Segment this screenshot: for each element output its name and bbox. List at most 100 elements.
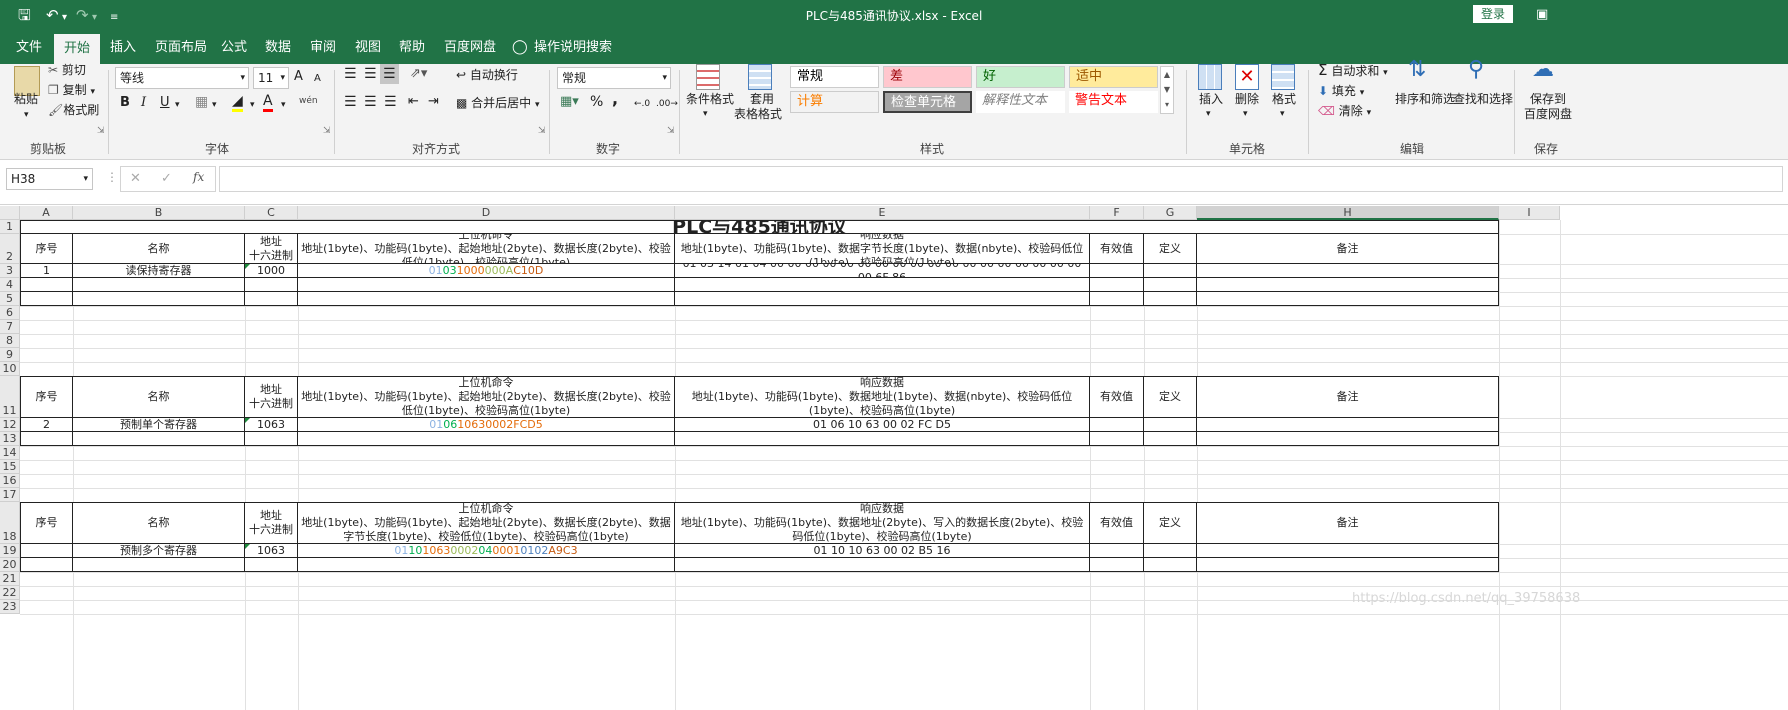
login-button[interactable]: 登录 <box>1473 5 1513 23</box>
number-format-box[interactable]: 常规 ▾ <box>557 67 671 89</box>
font-size-box[interactable]: 11 ▾ <box>253 67 289 89</box>
header-note[interactable]: 备注 <box>1197 502 1499 544</box>
align-middle-icon[interactable]: ☰ <box>364 66 377 82</box>
cell-response[interactable]: 01 03 14 01 04 00 00 00 00 00 00 00 00 0… <box>675 264 1090 278</box>
sheet-title[interactable]: PLC与485通讯协议 <box>20 220 1499 234</box>
align-bottom-icon[interactable]: ☰ <box>380 64 399 84</box>
row-header-5[interactable]: 5 <box>0 292 20 306</box>
header-response[interactable]: 响应数据 地址(1byte)、功能码(1byte)、数据字节长度(1byte)、数… <box>675 234 1090 264</box>
cell-empty[interactable] <box>298 432 675 446</box>
align-top-icon[interactable]: ☰ <box>344 66 357 82</box>
conditional-format-button[interactable]: 条件格式 <box>686 91 734 107</box>
cell-note[interactable] <box>1197 544 1499 558</box>
grow-font-button[interactable]: A <box>294 69 303 85</box>
cell-empty[interactable] <box>1197 278 1499 292</box>
increase-decimal-icon[interactable]: ←.0 <box>634 96 650 112</box>
insert-cells-icon[interactable] <box>1198 64 1222 90</box>
dialog-launcher-icon[interactable]: ⇲ <box>323 126 331 136</box>
cell-empty[interactable] <box>298 278 675 292</box>
format-painter-button[interactable]: 格式刷 <box>63 103 99 117</box>
dialog-launcher-icon[interactable]: ⇲ <box>667 126 675 136</box>
align-left-icon[interactable]: ☰ <box>344 94 357 110</box>
align-right-icon[interactable]: ☰ <box>384 94 397 110</box>
row-header-21[interactable]: 21 <box>0 572 20 586</box>
row-header-1[interactable]: 1 <box>0 220 20 234</box>
phonetic-button[interactable]: wén <box>299 93 318 109</box>
cell-empty[interactable] <box>245 292 298 306</box>
column-header-h[interactable]: H <box>1197 206 1499 220</box>
dialog-launcher-icon[interactable]: ⇲ <box>538 126 546 136</box>
tab-data[interactable]: 数据 <box>263 31 293 64</box>
accounting-format-icon[interactable]: ▦▾ <box>560 94 579 110</box>
column-header-f[interactable]: F <box>1090 206 1144 220</box>
tab-page-layout[interactable]: 页面布局 <box>153 31 209 64</box>
cell-empty[interactable] <box>245 278 298 292</box>
row-header-14[interactable]: 14 <box>0 446 20 460</box>
cell-empty[interactable] <box>245 558 298 572</box>
delete-cells-icon[interactable]: ✕ <box>1235 64 1259 90</box>
cell-empty[interactable] <box>675 558 1090 572</box>
style-normal[interactable]: 常规 <box>790 66 879 88</box>
baidu-cloud-icon[interactable]: ☁ <box>1532 59 1554 81</box>
row-header-13[interactable]: 13 <box>0 432 20 446</box>
cell-note[interactable] <box>1197 418 1499 432</box>
formula-input[interactable] <box>219 166 1783 192</box>
header-definition[interactable]: 定义 <box>1144 234 1197 264</box>
sort-filter-icon[interactable]: ⇅ <box>1408 59 1426 81</box>
cell-empty[interactable] <box>298 292 675 306</box>
cell-empty[interactable] <box>1090 558 1144 572</box>
tab-formulas[interactable]: 公式 <box>219 31 249 64</box>
cell-empty[interactable] <box>20 558 73 572</box>
format-as-table-label2[interactable]: 表格格式 <box>734 106 782 122</box>
row-header-22[interactable]: 22 <box>0 586 20 600</box>
font-color-button[interactable]: A <box>263 93 273 112</box>
paste-button[interactable]: 粘贴 <box>14 91 38 107</box>
cell-empty[interactable] <box>1144 292 1197 306</box>
cell-empty[interactable] <box>1197 558 1499 572</box>
cell-empty[interactable] <box>20 292 73 306</box>
header-note[interactable]: 备注 <box>1197 376 1499 418</box>
cell-command[interactable]: 01 10 1063 0002 04 0001 0102 A9C3 <box>298 544 675 558</box>
header-valid[interactable]: 有效值 <box>1090 502 1144 544</box>
header-seq[interactable]: 序号 <box>20 234 73 264</box>
format-as-table-label1[interactable]: 套用 <box>750 91 774 107</box>
column-header-e[interactable]: E <box>675 206 1090 220</box>
style-warning[interactable]: 警告文本 <box>1069 91 1158 113</box>
header-valid[interactable]: 有效值 <box>1090 376 1144 418</box>
cell-seq[interactable]: 2 <box>20 418 73 432</box>
cell-valid[interactable] <box>1090 544 1144 558</box>
header-response[interactable]: 响应数据 地址(1byte)、功能码(1byte)、数据地址(2byte)、写入的… <box>675 502 1090 544</box>
column-header-b[interactable]: B <box>73 206 245 220</box>
cell-definition[interactable] <box>1144 544 1197 558</box>
cell-response[interactable]: 01 10 10 63 00 02 B5 16 <box>675 544 1090 558</box>
header-seq[interactable]: 序号 <box>20 502 73 544</box>
clear-button[interactable]: 清除 <box>1339 104 1363 118</box>
row-header-19[interactable]: 19 <box>0 544 20 558</box>
header-note[interactable]: 备注 <box>1197 234 1499 264</box>
row-header-7[interactable]: 7 <box>0 320 20 334</box>
enter-icon[interactable]: ✓ <box>161 171 172 186</box>
row-header-23[interactable]: 23 <box>0 600 20 614</box>
cell-seq[interactable]: 1 <box>20 264 73 278</box>
cell-valid[interactable] <box>1090 418 1144 432</box>
cell-definition[interactable] <box>1144 418 1197 432</box>
header-addr[interactable]: 地址 十六进制 <box>245 502 298 544</box>
cell-command[interactable]: 01 03 1000 000A C10D <box>298 264 675 278</box>
cell-address[interactable]: 1063 <box>245 418 298 432</box>
cell-empty[interactable] <box>298 558 675 572</box>
underline-button[interactable]: U <box>160 95 170 111</box>
header-definition[interactable]: 定义 <box>1144 376 1197 418</box>
row-header-18[interactable]: 18 <box>0 502 20 544</box>
cell-valid[interactable] <box>1090 264 1144 278</box>
decrease-indent-icon[interactable]: ⇤ <box>408 94 419 110</box>
cell-empty[interactable] <box>1144 432 1197 446</box>
row-header-6[interactable]: 6 <box>0 306 20 320</box>
row-header-11[interactable]: 11 <box>0 376 20 418</box>
autosum-button[interactable]: 自动求和 <box>1331 64 1379 78</box>
tab-baidu-netdisk[interactable]: 百度网盘 <box>442 31 498 64</box>
insert-cells-button[interactable]: 插入 <box>1199 91 1223 107</box>
sort-filter-button[interactable]: 排序和筛选 <box>1395 91 1455 107</box>
style-check-cell[interactable]: 检查单元格 <box>883 91 972 113</box>
style-good[interactable]: 好 <box>976 66 1065 88</box>
underline-dropdown-icon[interactable]: ▾ <box>175 97 180 113</box>
